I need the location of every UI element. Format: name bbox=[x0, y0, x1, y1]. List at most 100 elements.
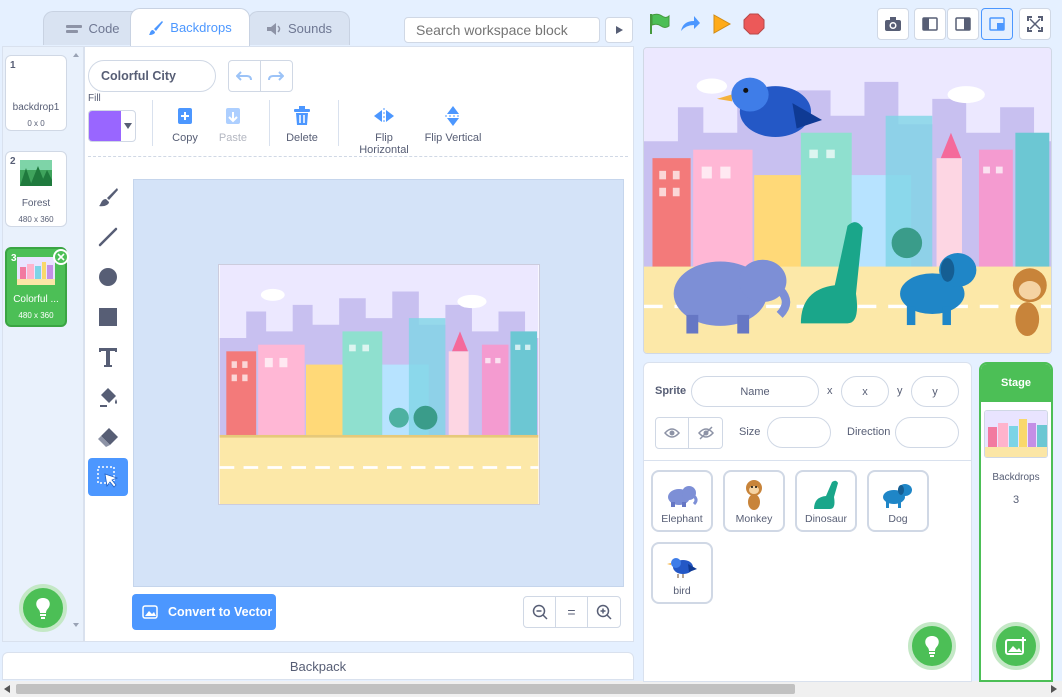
sprite-name: Elephant bbox=[661, 513, 703, 525]
rectangle-icon bbox=[97, 306, 119, 328]
stage-title: Stage bbox=[981, 364, 1051, 402]
delete-label: Delete bbox=[286, 132, 318, 144]
dog-icon bbox=[869, 478, 927, 512]
circle-icon bbox=[97, 266, 119, 288]
sprite-name: Monkey bbox=[735, 513, 773, 525]
choose-backdrop-stage-button[interactable] bbox=[992, 622, 1040, 670]
camera-icon bbox=[884, 16, 902, 32]
sprite-tile-dinosaur[interactable]: Dinosaur bbox=[795, 470, 857, 532]
turbo-button[interactable] bbox=[679, 13, 701, 35]
y-field[interactable]: y bbox=[911, 376, 959, 407]
backdrop-size: 480 x 360 bbox=[18, 311, 54, 320]
scrollbar-thumb[interactable] bbox=[16, 684, 795, 694]
convert-to-vector-button[interactable]: Convert to Vector bbox=[132, 594, 276, 630]
play-icon bbox=[712, 13, 732, 35]
copy-label: Copy bbox=[172, 132, 198, 144]
redo-button[interactable] bbox=[261, 61, 292, 91]
paint-canvas-area[interactable] bbox=[133, 179, 624, 587]
text-tool[interactable] bbox=[88, 338, 128, 376]
flip-horizontal-button[interactable]: Flip Horizontal bbox=[350, 100, 418, 156]
divider bbox=[643, 460, 972, 461]
scroll-left-icon[interactable] bbox=[4, 685, 10, 693]
circle-tool[interactable] bbox=[88, 258, 128, 296]
zoom-controls: = bbox=[523, 596, 621, 628]
normal-stage-button[interactable] bbox=[947, 8, 979, 40]
scroll-right-icon[interactable] bbox=[1051, 685, 1057, 693]
eye-icon bbox=[664, 427, 680, 439]
divider bbox=[269, 100, 270, 146]
sprite-name-field[interactable]: Name bbox=[691, 376, 819, 407]
show-button[interactable] bbox=[656, 418, 690, 448]
flip-horizontal-label: Flip Horizontal bbox=[359, 132, 409, 156]
sprite-tile-dog[interactable]: Dog bbox=[867, 470, 929, 532]
choose-backdrop-button[interactable] bbox=[19, 584, 67, 632]
divider bbox=[88, 156, 628, 157]
undo-button[interactable] bbox=[229, 61, 261, 91]
backdrop-item-1[interactable]: 1 backdrop1 0 x 0 bbox=[5, 55, 67, 131]
stop-button[interactable] bbox=[743, 13, 765, 35]
green-flag-button[interactable] bbox=[648, 13, 670, 35]
trash-icon bbox=[282, 100, 322, 132]
sprite-tile-bird[interactable]: bird bbox=[651, 542, 713, 604]
choose-sprite-button[interactable] bbox=[908, 622, 956, 670]
flip-vertical-button[interactable]: Flip Vertical bbox=[424, 100, 482, 144]
eraser-tool[interactable] bbox=[88, 418, 128, 456]
fill-tool[interactable] bbox=[88, 378, 128, 416]
brush-icon bbox=[97, 186, 119, 208]
backdrop-number: 3 bbox=[11, 253, 17, 264]
zoom-out-icon bbox=[532, 604, 548, 620]
backdrop-list-scrollbar[interactable] bbox=[73, 51, 79, 631]
costume-name-field[interactable]: Colorful City bbox=[88, 60, 216, 92]
paint-bucket-icon bbox=[97, 386, 119, 408]
zoom-reset-button[interactable]: = bbox=[556, 597, 588, 627]
small-stage-button[interactable] bbox=[914, 8, 946, 40]
zoom-out-button[interactable] bbox=[524, 597, 556, 627]
flip-horizontal-icon bbox=[350, 100, 418, 132]
eye-slash-icon bbox=[697, 426, 714, 440]
line-tool[interactable] bbox=[88, 218, 128, 256]
zoom-in-button[interactable] bbox=[588, 597, 620, 627]
start-button[interactable] bbox=[712, 13, 732, 35]
paste-button[interactable]: Paste bbox=[213, 100, 253, 144]
direction-field[interactable] bbox=[895, 417, 959, 448]
delete-button[interactable]: Delete bbox=[282, 100, 322, 144]
tab-code[interactable]: Code bbox=[43, 11, 143, 45]
fullscreen-button[interactable] bbox=[1019, 8, 1051, 40]
fill-label: Fill bbox=[88, 93, 101, 104]
zoom-in-icon bbox=[596, 604, 612, 620]
copy-button[interactable]: Copy bbox=[165, 100, 205, 144]
backdrop-image bbox=[218, 264, 540, 505]
rectangle-tool[interactable] bbox=[88, 298, 128, 336]
direction-label: Direction bbox=[847, 426, 891, 438]
x-field[interactable]: x bbox=[841, 376, 889, 407]
sprite-label: Sprite bbox=[655, 385, 687, 397]
flip-vertical-label: Flip Vertical bbox=[424, 132, 482, 144]
delete-backdrop-button[interactable] bbox=[53, 249, 69, 265]
large-stage-icon bbox=[989, 17, 1005, 31]
select-tool[interactable] bbox=[88, 458, 128, 496]
backpack-bar[interactable]: Backpack bbox=[2, 652, 634, 680]
tab-sounds-label: Sounds bbox=[287, 21, 333, 36]
backdrop-number: 2 bbox=[10, 156, 16, 167]
brush-tool[interactable] bbox=[88, 178, 128, 216]
fill-color-picker[interactable] bbox=[88, 110, 136, 142]
sprite-tile-elephant[interactable]: Elephant bbox=[651, 470, 713, 532]
flip-vertical-icon bbox=[424, 100, 482, 132]
hide-button[interactable] bbox=[689, 418, 722, 448]
size-field[interactable] bbox=[767, 417, 831, 448]
tab-sounds[interactable]: Sounds bbox=[248, 11, 350, 45]
large-stage-button[interactable] bbox=[981, 8, 1013, 40]
horizontal-scrollbar[interactable] bbox=[0, 681, 1062, 697]
backdrop-item-2[interactable]: 2 Forest 480 x 360 bbox=[5, 151, 67, 227]
undo-redo-group bbox=[228, 60, 293, 92]
backdrop-item-3[interactable]: 3 Colorful ... 480 x 360 bbox=[5, 247, 69, 327]
stage[interactable] bbox=[643, 47, 1052, 354]
tab-backdrops[interactable]: Backdrops bbox=[130, 8, 250, 46]
eraser-icon bbox=[97, 426, 119, 448]
search-input[interactable] bbox=[404, 17, 600, 43]
screenshot-button[interactable] bbox=[877, 8, 909, 40]
size-label: Size bbox=[739, 426, 761, 438]
sprite-tile-monkey[interactable]: Monkey bbox=[723, 470, 785, 532]
divider bbox=[338, 100, 339, 146]
search-button[interactable] bbox=[605, 17, 633, 43]
